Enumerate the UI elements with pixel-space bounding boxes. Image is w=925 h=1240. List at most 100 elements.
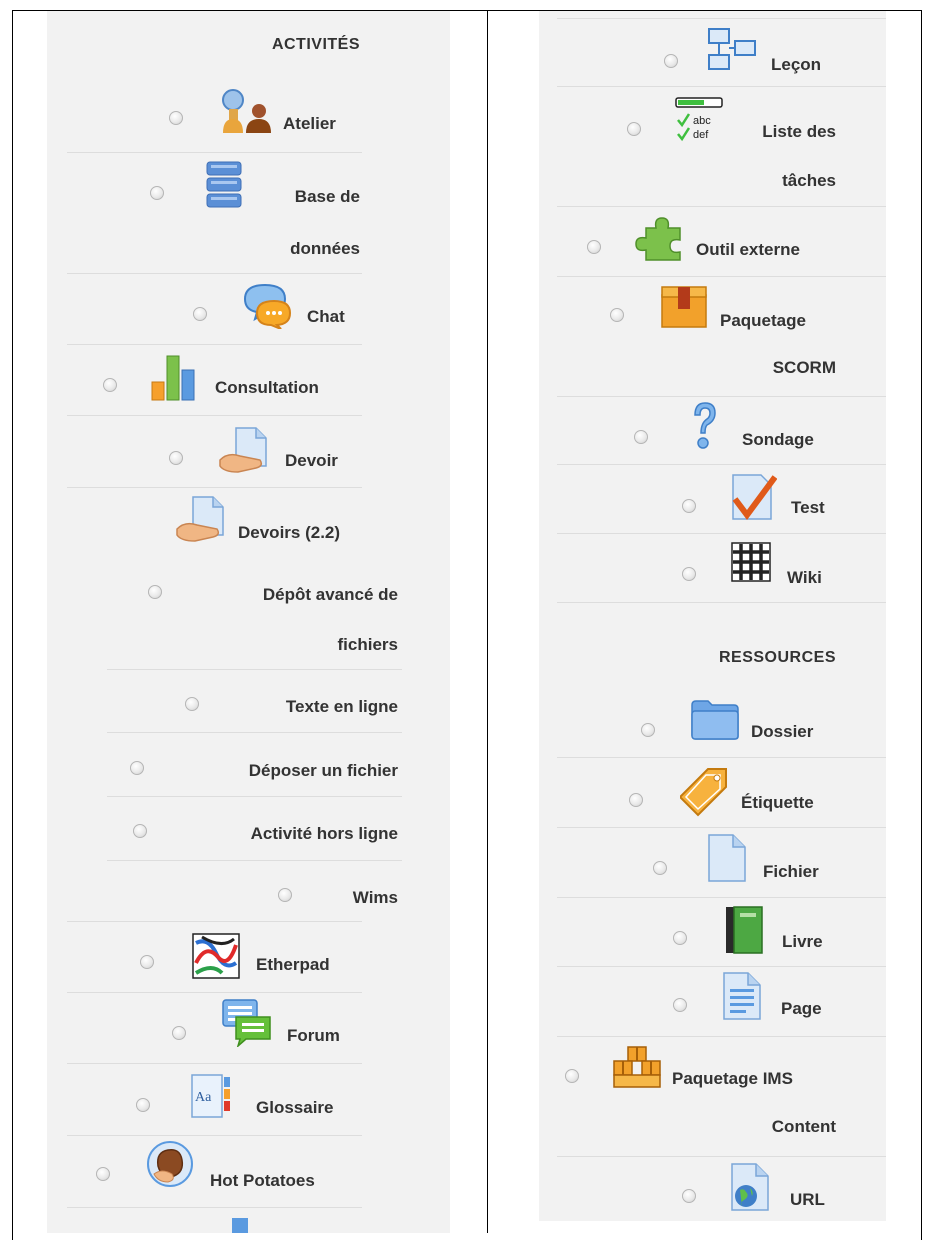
assignment-icon	[218, 426, 270, 474]
radio-wiki[interactable]	[682, 567, 696, 581]
label-wims: Wims	[352, 888, 398, 907]
folder-icon	[690, 699, 740, 741]
separator	[107, 669, 402, 670]
label-fichier: Fichier	[763, 862, 819, 881]
radio-paquetage-ims[interactable]	[565, 1069, 579, 1083]
radio-consultation[interactable]	[103, 378, 117, 392]
radio-test[interactable]	[682, 499, 696, 513]
book-icon	[724, 905, 764, 955]
url-icon	[730, 1162, 770, 1212]
label-texte-en-ligne: Texte en ligne	[285, 697, 398, 716]
scorm-icon	[660, 285, 708, 329]
label-devoir: Devoir	[285, 451, 338, 470]
next-item-icon	[232, 1218, 248, 1233]
separator	[67, 921, 362, 922]
label-base-de-donnees-line2: données	[290, 239, 360, 258]
radio-chat[interactable]	[193, 307, 207, 321]
label-atelier: Atelier	[283, 114, 336, 133]
label-chat: Chat	[307, 307, 345, 326]
activities-panel: ACTIVITÉS Atelier Base de données Chat C…	[47, 11, 450, 1233]
separator	[557, 1156, 886, 1157]
label-tag-icon	[680, 767, 728, 817]
survey-icon	[691, 401, 717, 451]
separator	[67, 152, 362, 153]
separator	[67, 344, 362, 345]
radio-url[interactable]	[682, 1189, 696, 1203]
radio-activite-hors-ligne[interactable]	[133, 824, 147, 838]
label-etherpad: Etherpad	[256, 955, 330, 974]
label-wiki: Wiki	[787, 568, 822, 587]
label-devoirs-22: Devoirs (2.2)	[238, 523, 341, 542]
wiki-icon	[731, 542, 771, 582]
radio-outil-externe[interactable]	[587, 240, 601, 254]
glossary-icon: Aa	[190, 1071, 234, 1121]
label-glossaire: Glossaire	[256, 1098, 334, 1117]
label-hot-potatoes: Hot Potatoes	[210, 1171, 315, 1190]
label-base-de-donnees: Base de	[294, 187, 360, 206]
separator	[107, 860, 402, 861]
label-url: URL	[790, 1190, 825, 1209]
separator	[557, 533, 886, 534]
radio-liste-des-taches[interactable]	[627, 122, 641, 136]
label-test: Test	[791, 498, 825, 517]
svg-text:abc: abc	[693, 115, 711, 127]
separator	[67, 415, 362, 416]
radio-glossaire[interactable]	[136, 1098, 150, 1112]
radio-forum[interactable]	[172, 1026, 186, 1040]
separator	[557, 1036, 886, 1037]
radio-sondage[interactable]	[634, 430, 648, 444]
label-lecon: Leçon	[771, 55, 822, 74]
lesson-icon	[707, 27, 757, 73]
label-deposer-fichier: Déposer un fichier	[248, 761, 398, 780]
separator	[557, 897, 886, 898]
quiz-icon	[729, 471, 777, 521]
radio-devoir[interactable]	[169, 451, 183, 465]
label-sondage: Sondage	[742, 430, 814, 449]
etherpad-icon	[192, 933, 240, 979]
radio-texte-en-ligne[interactable]	[185, 697, 199, 711]
radio-etiquette[interactable]	[629, 793, 643, 807]
separator	[557, 276, 886, 277]
label-outil-externe: Outil externe	[696, 240, 800, 259]
radio-wims[interactable]	[278, 888, 292, 902]
chat-icon	[243, 283, 291, 329]
activities-resources-panel: Leçon abc def Liste des tâches Outil ext…	[539, 11, 886, 1221]
radio-lecon[interactable]	[664, 54, 678, 68]
radio-livre[interactable]	[673, 931, 687, 945]
separator	[557, 602, 886, 603]
choice-icon	[150, 352, 200, 402]
separator	[67, 1063, 362, 1064]
radio-atelier[interactable]	[169, 111, 183, 125]
label-page: Page	[781, 999, 822, 1018]
label-etiquette: Étiquette	[741, 793, 814, 812]
separator	[67, 487, 362, 488]
radio-page[interactable]	[673, 998, 687, 1012]
separator	[67, 992, 362, 993]
radio-etherpad[interactable]	[140, 955, 154, 969]
radio-hot-potatoes[interactable]	[96, 1167, 110, 1181]
radio-paquetage-scorm[interactable]	[610, 308, 624, 322]
label-forum: Forum	[287, 1026, 340, 1045]
separator	[557, 966, 886, 967]
activities-heading: ACTIVITÉS	[271, 36, 360, 53]
file-icon	[707, 833, 747, 883]
separator	[557, 757, 886, 758]
radio-dossier[interactable]	[641, 723, 655, 737]
label-paquetage-scorm-line2: SCORM	[772, 358, 836, 377]
radio-deposer-fichier[interactable]	[130, 761, 144, 775]
forum-icon	[222, 999, 272, 1047]
label-depot-avance-line2: fichiers	[337, 635, 398, 654]
label-paquetage-scorm: Paquetage	[720, 311, 806, 330]
label-activite-hors-ligne: Activité hors ligne	[250, 824, 398, 843]
external-tool-icon	[634, 214, 684, 262]
radio-base-de-donnees[interactable]	[150, 186, 164, 200]
radio-fichier[interactable]	[653, 861, 667, 875]
separator	[557, 827, 886, 828]
resources-heading: RESSOURCES	[718, 649, 836, 666]
separator	[67, 1135, 362, 1136]
separator	[557, 206, 886, 207]
label-depot-avance: Dépôt avancé de	[262, 585, 398, 604]
label-liste-des-taches: Liste des	[762, 122, 836, 141]
radio-depot-avance[interactable]	[148, 585, 162, 599]
label-consultation: Consultation	[215, 378, 319, 397]
